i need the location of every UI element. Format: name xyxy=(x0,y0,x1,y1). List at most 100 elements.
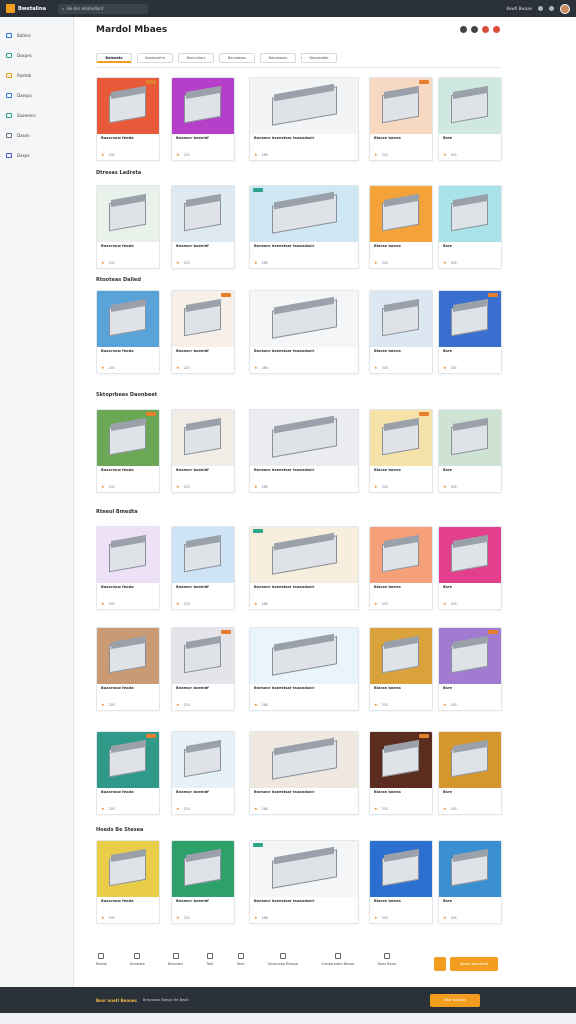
product-card[interactable]: Buacrnaw feoda ★ 205 xyxy=(96,290,160,374)
footer-nav-item[interactable]: Snaaceba Bteose xyxy=(268,953,298,966)
product-card[interactable]: Blacse boena ★ 325 xyxy=(369,409,433,493)
app-name: Bwetalina xyxy=(18,5,46,12)
product-card[interactable]: Bnaescr boeeldf ★ 225 xyxy=(171,731,235,815)
product-title: Bnaescr boeeldf xyxy=(176,349,209,353)
tab[interactable]: Baneatses xyxy=(219,53,255,63)
product-title: Bnaescr boeeldf xyxy=(176,136,209,140)
product-rating: 325 xyxy=(381,702,388,707)
footer-nav-item[interactable]: Baneate xyxy=(130,953,145,966)
filter-icon[interactable] xyxy=(471,26,478,33)
tab-active[interactable]: Baleoats xyxy=(96,53,132,63)
product-card[interactable]: Bnesanr bseestsar tsoandsoir ★ 286 xyxy=(249,77,359,161)
tab[interactable]: Baneedbte xyxy=(301,53,337,63)
search-input[interactable]: ⌕ Be der ehotedlant xyxy=(57,3,148,14)
product-card[interactable]: Blacse boena ★ 325 xyxy=(369,290,433,374)
product-card[interactable]: Buacrnaw feoda ★ 205 xyxy=(96,526,160,610)
product-card[interactable]: Buacrnaw feoda ★ 205 xyxy=(96,77,160,161)
star-icon: ★ xyxy=(254,702,258,707)
product-card[interactable]: Blacse boena ★ 325 xyxy=(369,627,433,711)
product-card[interactable]: Bnesanr bseestsar tsoandsoir ★ 286 xyxy=(249,290,359,374)
footer-nav-item[interactable]: Boes Beoa xyxy=(378,953,396,966)
product-card[interactable]: Blacse boena ★ 325 xyxy=(369,731,433,815)
product-card[interactable]: Buacrnaw feoda ★ 205 xyxy=(96,731,160,815)
tab[interactable]: Beninotars xyxy=(178,53,214,63)
avatar[interactable] xyxy=(560,3,570,14)
product-card[interactable]: Bnaescr boeeldf ★ 225 xyxy=(171,840,235,924)
product-card[interactable]: Bsre ★ 345 xyxy=(438,526,502,610)
product-meta: ★ 225 xyxy=(176,601,190,606)
product-card[interactable]: Bsre ★ 345 xyxy=(438,77,502,161)
product-card[interactable]: Bnesanr bseestsar tsoandsoir ★ 286 xyxy=(249,409,359,493)
product-card[interactable]: Bnaescr boeeldf ★ 225 xyxy=(171,290,235,374)
grid-icon xyxy=(6,32,12,38)
product-card[interactable]: Buacrnaw feoda ★ 205 xyxy=(96,409,160,493)
sidebar-item[interactable]: Doxpes xyxy=(0,45,73,65)
star-icon: ★ xyxy=(176,702,180,707)
tab[interactable]: Banetaoes xyxy=(260,53,296,63)
product-card[interactable]: Buacrnaw feoda ★ 205 xyxy=(96,840,160,924)
product-card[interactable]: Bnaescr boeeldf ★ 225 xyxy=(171,526,235,610)
bell-icon[interactable] xyxy=(549,6,554,11)
sidebar-item[interactable]: Dasen xyxy=(0,125,73,145)
sidebar-item[interactable]: Rooteb xyxy=(0,65,73,85)
product-card[interactable]: Bsre ★ 345 xyxy=(438,627,502,711)
star-icon: ★ xyxy=(254,260,258,265)
sidebar-item[interactable]: Dexps xyxy=(0,145,73,165)
footer-nav-item[interactable]: Ratkal xyxy=(96,953,107,966)
sidebar-item[interactable]: Saoerens xyxy=(0,105,73,125)
footer-nav-label: Snaaceba Bteose xyxy=(267,962,299,966)
app-logo-icon[interactable] xyxy=(6,4,15,13)
product-card[interactable]: Bnesanr bseestsar tsoandsoir ★ 286 xyxy=(249,627,359,711)
footer-cta-button[interactable]: Bsoed bessbted xyxy=(450,957,498,971)
product-card[interactable]: Bnaescr boeeldf ★ 225 xyxy=(171,185,235,269)
product-card[interactable]: Bnesanr bseestsar tsoandsoir ★ 286 xyxy=(249,840,359,924)
product-rating: 225 xyxy=(183,152,190,157)
footer-nav-item[interactable]: Srestaredba Beaso xyxy=(321,953,354,966)
top-link[interactable]: Kewtl Bwaae xyxy=(507,6,533,11)
product-rating: 286 xyxy=(261,260,268,265)
product-card[interactable]: Bsre ★ 345 xyxy=(438,840,502,924)
product-meta: ★ 286 xyxy=(254,152,268,157)
product-card[interactable]: Bnaescr boeeldf ★ 225 xyxy=(171,77,235,161)
tab[interactable]: Baneedshe xyxy=(137,53,173,63)
footer-nav-item[interactable]: Besoden xyxy=(168,953,183,966)
product-image xyxy=(370,186,432,242)
product-card[interactable]: Blacse boena ★ 325 xyxy=(369,526,433,610)
product-meta: ★ 286 xyxy=(254,484,268,489)
bottom-button[interactable]: Bssr bsoeda xyxy=(430,993,480,1007)
product-card[interactable]: Bnesanr bseestsar tsoandsoir ★ 286 xyxy=(249,731,359,815)
product-card[interactable]: Bnesanr bseestsar tsoandsoir ★ 286 xyxy=(249,185,359,269)
footer-nav-item[interactable]: Taeh xyxy=(237,953,245,966)
sidebar-item[interactable]: Daexps xyxy=(0,85,73,105)
product-title: Bsre xyxy=(443,686,453,690)
heart-icon[interactable] xyxy=(482,26,489,33)
product-rating: 325 xyxy=(381,601,388,606)
product-card[interactable]: Bsre ★ 345 xyxy=(438,731,502,815)
product-card[interactable]: Bsre ★ 345 xyxy=(438,290,502,374)
product-card[interactable]: Bnesanr bseestsar tsoandsoir ★ 286 xyxy=(249,526,359,610)
close-icon[interactable] xyxy=(493,26,500,33)
bottom-bar: Bosr anetl Beaues Bresmobs Bdeod tht Beo… xyxy=(0,987,576,1013)
product-image xyxy=(97,186,159,242)
bird-icon xyxy=(237,953,244,959)
product-card[interactable]: Blacse boena ★ 325 xyxy=(369,185,433,269)
product-card[interactable]: Bnaescr boeeldf ★ 225 xyxy=(171,627,235,711)
share-icon[interactable] xyxy=(460,26,467,33)
product-card[interactable]: Buacrnaw feoda ★ 205 xyxy=(96,627,160,711)
product-card[interactable]: Bsre ★ 345 xyxy=(438,409,502,493)
product-rating: 345 xyxy=(450,365,457,370)
product-card[interactable]: Buacrnaw feoda ★ 205 xyxy=(96,185,160,269)
product-title: Buacrnaw feoda xyxy=(101,349,134,353)
product-meta: ★ 286 xyxy=(254,915,268,920)
footer-nav-item[interactable]: Tatk xyxy=(206,953,213,966)
footer-icon-button[interactable] xyxy=(434,957,446,971)
sidebar-item[interactable]: Batnes xyxy=(0,25,73,45)
tag-icon xyxy=(6,72,12,78)
settings-icon[interactable] xyxy=(538,6,543,11)
product-meta: ★ 286 xyxy=(254,601,268,606)
section-title: Hoeds Be Stesea xyxy=(96,827,144,833)
product-card[interactable]: Bnaescr boeeldf ★ 225 xyxy=(171,409,235,493)
product-card[interactable]: Bsre ★ 345 xyxy=(438,185,502,269)
product-card[interactable]: Blacse boena ★ 325 xyxy=(369,77,433,161)
product-card[interactable]: Blacse boena ★ 325 xyxy=(369,840,433,924)
